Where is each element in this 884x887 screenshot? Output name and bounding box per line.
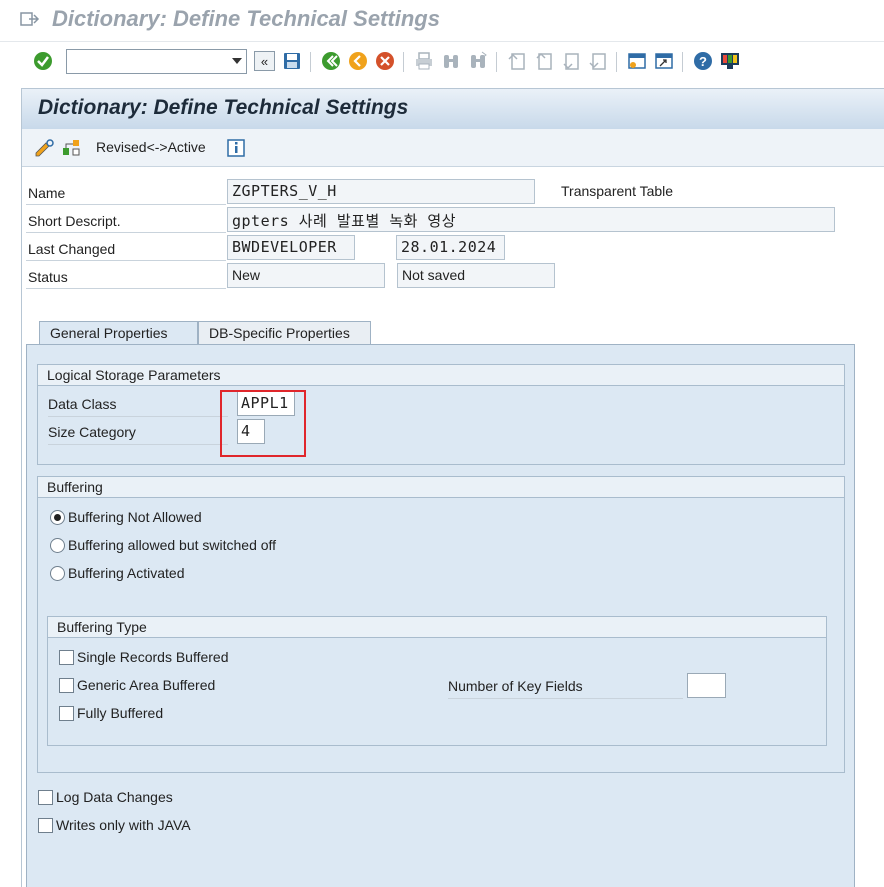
- first-page-icon[interactable]: [506, 50, 528, 72]
- checkbox-single-records[interactable]: [59, 650, 74, 665]
- display-change-icon[interactable]: [33, 137, 55, 159]
- status-field[interactable]: New: [227, 263, 385, 288]
- customize-layout-icon[interactable]: [719, 50, 741, 72]
- system-toolbar: « ?: [0, 41, 884, 79]
- log-data-changes-label: Log Data Changes: [56, 789, 173, 805]
- writes-only-java-label: Writes only with JAVA: [56, 817, 191, 833]
- buffering-type-group: Buffering Type Single Records Buffered G…: [47, 616, 827, 746]
- buffering-not-allowed-label: Buffering Not Allowed: [68, 509, 202, 525]
- single-records-label: Single Records Buffered: [77, 649, 229, 665]
- key-fields-input[interactable]: [687, 673, 726, 698]
- previous-page-icon[interactable]: [533, 50, 555, 72]
- last-changed-label-row: Last Changed: [26, 237, 226, 261]
- shortcut-icon[interactable]: [653, 50, 675, 72]
- data-class-label: Data Class: [48, 396, 117, 412]
- buffering-group: Buffering Buffering Not Allowed Bufferin…: [37, 476, 845, 773]
- tab-strip-area: General Properties DB-Specific Propertie…: [22, 317, 884, 887]
- create-session-icon[interactable]: [626, 50, 648, 72]
- next-page-icon[interactable]: [560, 50, 582, 72]
- tab-db-specific-properties[interactable]: DB-Specific Properties: [198, 321, 371, 345]
- name-field[interactable]: ZGPTERS_V_H: [227, 179, 535, 204]
- short-desc-label-row: Short Descript.: [26, 209, 226, 233]
- table-type-text: Transparent Table: [561, 183, 674, 199]
- key-fields-label: Number of Key Fields: [448, 678, 583, 694]
- command-field[interactable]: [66, 49, 247, 74]
- radio-buffering-activated[interactable]: [50, 566, 65, 581]
- radio-buffering-switched-off[interactable]: [50, 538, 65, 553]
- buffering-activated-label: Buffering Activated: [68, 565, 185, 581]
- help-icon[interactable]: ?: [692, 50, 714, 72]
- separator: [310, 52, 311, 72]
- window-title: Dictionary: Define Technical Settings: [52, 6, 440, 31]
- radio-buffering-not-allowed[interactable]: [50, 510, 65, 525]
- checkbox-log-data-changes[interactable]: [38, 790, 53, 805]
- collapse-command-icon[interactable]: «: [254, 51, 275, 71]
- status-label: Status: [28, 269, 68, 285]
- separator: [616, 52, 617, 72]
- buffering-type-title: Buffering Type: [48, 617, 826, 638]
- checkbox-writes-only-java[interactable]: [38, 818, 53, 833]
- info-icon[interactable]: [225, 137, 247, 159]
- buffering-switched-off-label: Buffering allowed but switched off: [68, 537, 277, 553]
- tab-content-general: Logical Storage Parameters Data Class AP…: [26, 344, 855, 887]
- short-desc-field[interactable]: gpters 사례 발표별 녹화 영상: [227, 207, 835, 232]
- print-icon[interactable]: [413, 50, 435, 72]
- logical-storage-title: Logical Storage Parameters: [38, 365, 844, 386]
- header-form: Name ZGPTERS_V_H Transparent Table Short…: [22, 167, 884, 317]
- command-input[interactable]: [67, 50, 227, 72]
- key-fields-label-row: Number of Key Fields: [448, 675, 683, 699]
- buffering-title: Buffering: [38, 477, 844, 498]
- save-icon[interactable]: [281, 50, 303, 72]
- page-title: Dictionary: Define Technical Settings: [38, 96, 409, 119]
- enter-icon[interactable]: [32, 50, 54, 72]
- last-changed-date-field[interactable]: 28.01.2024: [396, 235, 505, 260]
- name-label-row: Name: [26, 181, 226, 205]
- fully-buffered-label: Fully Buffered: [77, 705, 164, 721]
- name-label: Name: [28, 185, 66, 201]
- separator: [682, 52, 683, 72]
- find-icon[interactable]: [440, 50, 462, 72]
- short-desc-label: Short Descript.: [28, 213, 121, 229]
- screen-header: Dictionary: Define Technical Settings: [22, 89, 884, 129]
- last-changed-user-field[interactable]: BWDEVELOPER: [227, 235, 355, 260]
- last-page-icon[interactable]: [587, 50, 609, 72]
- title-bar: Dictionary: Define Technical Settings: [0, 0, 884, 40]
- back-icon[interactable]: [320, 50, 342, 72]
- checkbox-generic-area[interactable]: [59, 678, 74, 693]
- application-toolbar: Revised<->Active: [22, 129, 884, 167]
- status-label-row: Status: [26, 265, 226, 289]
- size-category-label-row: Size Category: [48, 421, 228, 445]
- separator: [496, 52, 497, 72]
- logical-storage-group: Logical Storage Parameters Data Class AP…: [37, 364, 845, 465]
- data-class-label-row: Data Class: [48, 393, 228, 417]
- size-category-label: Size Category: [48, 424, 136, 440]
- exit-icon[interactable]: [347, 50, 369, 72]
- save-state-field[interactable]: Not saved: [397, 263, 555, 288]
- tab-general-properties[interactable]: General Properties: [39, 321, 198, 345]
- svg-text:?: ?: [699, 54, 707, 69]
- hierarchy-icon[interactable]: [61, 137, 83, 159]
- generic-area-label: Generic Area Buffered: [77, 677, 216, 693]
- main-panel: Dictionary: Define Technical Settings Re…: [21, 88, 884, 887]
- separator: [403, 52, 404, 72]
- cancel-icon[interactable]: [374, 50, 396, 72]
- highlight-box: [220, 390, 306, 457]
- checkbox-fully-buffered[interactable]: [59, 706, 74, 721]
- last-changed-label: Last Changed: [28, 241, 116, 257]
- menu-icon[interactable]: [20, 10, 40, 28]
- find-next-icon[interactable]: [467, 50, 489, 72]
- revised-active-button[interactable]: Revised<->Active: [96, 139, 206, 155]
- chevron-down-icon[interactable]: [232, 58, 242, 64]
